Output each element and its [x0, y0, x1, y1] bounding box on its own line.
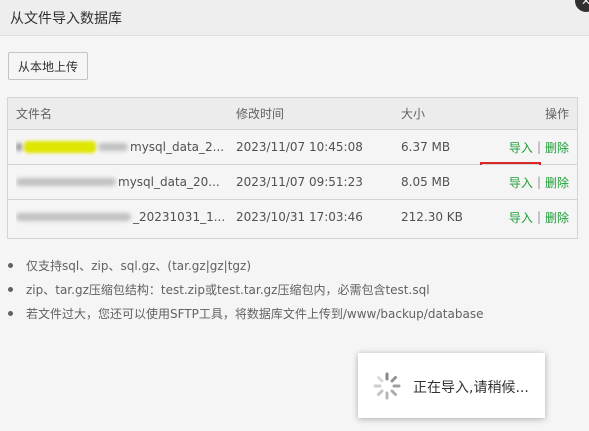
loading-toast: 正在导入,请稍候... — [358, 353, 545, 418]
spinner-icon — [373, 372, 401, 400]
loading-text: 正在导入,请稍候... — [413, 380, 529, 396]
